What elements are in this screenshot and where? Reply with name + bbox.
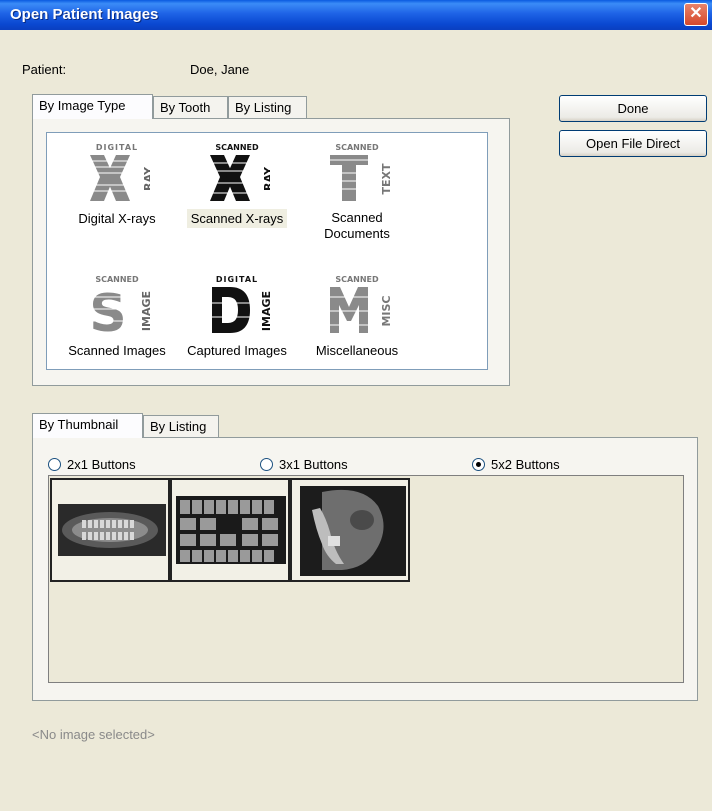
radio-label: 3x1 Buttons — [279, 457, 348, 473]
image-type-label: Captured Images — [187, 343, 287, 358]
panoramic-xray-thumbnail[interactable] — [50, 478, 170, 582]
tab-label: By Listing — [150, 419, 207, 434]
digital-xray-icon: DIGITAL RAY — [88, 143, 150, 201]
dialog-window: Open Patient Images ✕ Patient: Doe, Jane… — [0, 0, 712, 811]
svg-text:SCANNED: SCANNED — [215, 143, 259, 152]
tab-by-tooth[interactable]: By Tooth — [153, 96, 228, 118]
digital-image-icon: DIGITAL IMAGE — [210, 275, 270, 333]
svg-text:SCANNED: SCANNED — [95, 275, 139, 284]
image-type-label: Scanned Images — [68, 343, 166, 358]
svg-text:DIGITAL: DIGITAL — [96, 143, 138, 152]
tab-by-listing-bottom[interactable]: By Listing — [143, 415, 219, 437]
close-icon: ✕ — [689, 5, 703, 22]
radio-2x1-buttons[interactable]: 2x1 Buttons — [48, 456, 136, 472]
image-type-scanned-xrays[interactable]: SCANNED RAY Scanned X-rays — [177, 141, 297, 228]
svg-text:IMAGE: IMAGE — [260, 291, 270, 331]
tab-by-thumbnail[interactable]: By Thumbnail — [32, 413, 143, 438]
scanned-image-icon: SCANNED S IMAGE — [88, 275, 150, 335]
radio-label: 5x2 Buttons — [491, 457, 560, 473]
selection-status: <No image selected> — [32, 727, 155, 742]
cephalometric-xray-thumbnail[interactable] — [290, 478, 410, 582]
svg-text:IMAGE: IMAGE — [140, 291, 150, 331]
scanned-misc-icon: SCANNED MISC — [328, 275, 390, 333]
tab-label: By Listing — [235, 100, 292, 115]
image-type-digital-xrays[interactable]: DIGITAL RAY Digital X-rays — [57, 141, 177, 228]
image-type-miscellaneous[interactable]: SCANNED MISC Miscellaneous — [297, 273, 417, 360]
image-type-scanned-images[interactable]: SCANNED S IMAGE Scanned Images — [57, 273, 177, 360]
scanned-xray-icon: SCANNED RAY — [208, 143, 270, 201]
svg-text:MISC: MISC — [380, 295, 390, 326]
open-file-direct-button[interactable]: Open File Direct — [559, 130, 707, 157]
radio-5x2-buttons[interactable]: 5x2 Buttons — [472, 456, 560, 472]
label-line-2: Documents — [324, 226, 390, 241]
svg-text:TEXT: TEXT — [380, 163, 390, 194]
tab-label: By Tooth — [160, 100, 211, 115]
tab-by-image-type[interactable]: By Image Type — [32, 94, 153, 119]
tab-label: By Image Type — [39, 98, 126, 113]
done-button-label: Done — [617, 101, 649, 116]
svg-text:SCANNED: SCANNED — [335, 275, 379, 284]
image-type-grid: DIGITAL RAY Digital X-rays SCANNED RAY S… — [46, 132, 488, 370]
scanned-text-icon: SCANNED TEXT — [328, 143, 390, 201]
image-type-label: Digital X-rays — [78, 211, 156, 226]
image-type-label: Miscellaneous — [315, 343, 399, 358]
radio-circle — [48, 458, 61, 472]
full-mouth-series-image — [176, 496, 286, 564]
close-button[interactable]: ✕ — [684, 3, 708, 26]
patient-name: Doe, Jane — [190, 62, 250, 77]
svg-text:DIGITAL: DIGITAL — [216, 275, 258, 284]
svg-text:SCANNED: SCANNED — [335, 143, 379, 152]
tab-label: By Thumbnail — [39, 417, 119, 432]
tab-by-listing-top[interactable]: By Listing — [228, 96, 307, 118]
patient-label: Patient: — [22, 62, 67, 77]
done-button[interactable]: Done — [559, 95, 707, 122]
window-title: Open Patient Images — [10, 6, 159, 23]
svg-text:RAY: RAY — [142, 166, 150, 191]
radio-circle-checked — [472, 458, 485, 472]
title-bar[interactable]: Open Patient Images ✕ — [0, 0, 712, 30]
image-type-scanned-documents[interactable]: SCANNED TEXT Scanned Documents — [297, 141, 417, 243]
image-type-label: Scanned X-rays — [186, 209, 288, 228]
open-file-direct-label: Open File Direct — [586, 136, 680, 151]
radio-label: 2x1 Buttons — [67, 457, 136, 473]
full-mouth-series-thumbnail[interactable] — [170, 478, 290, 582]
image-type-label: Scanned Documents — [320, 209, 394, 243]
radio-circle — [260, 458, 273, 472]
label-line-1: Scanned — [331, 210, 383, 225]
svg-text:RAY: RAY — [262, 166, 270, 191]
cephalometric-xray-image — [300, 486, 406, 576]
panoramic-xray-image — [58, 504, 166, 556]
radio-3x1-buttons[interactable]: 3x1 Buttons — [260, 456, 348, 472]
image-type-captured-images[interactable]: DIGITAL IMAGE Captured Images — [177, 273, 297, 360]
